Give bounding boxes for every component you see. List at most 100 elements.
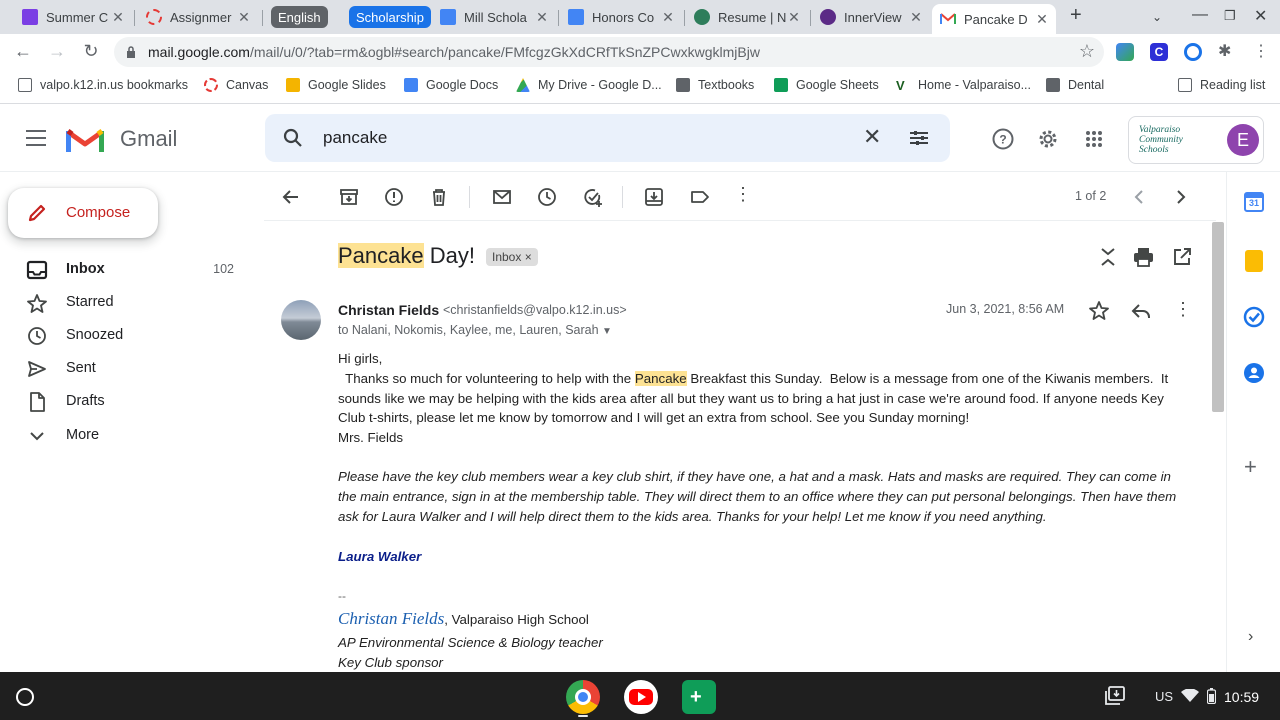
main-menu-icon[interactable] (26, 130, 46, 146)
search-icon[interactable] (283, 128, 303, 148)
youtube-app-icon[interactable] (624, 680, 658, 714)
tab-mill-scholarship[interactable]: Mill Schola ✕ (432, 4, 556, 30)
snooze-clock-icon[interactable] (536, 186, 558, 208)
move-to-icon[interactable] (643, 186, 665, 208)
open-new-window-icon[interactable] (1172, 247, 1192, 267)
battery-icon[interactable] (1207, 688, 1216, 704)
tasks-icon[interactable] (1243, 306, 1265, 328)
puzzle-icon[interactable]: ✱ (1218, 43, 1236, 61)
bookmark-valpo-folder[interactable]: valpo.k12.in.us bookmarks (18, 78, 188, 92)
sidebar-item-sent[interactable]: Sent (0, 353, 256, 385)
reply-icon[interactable] (1130, 301, 1152, 321)
launcher-icon[interactable] (16, 688, 34, 706)
sidebar-item-starred[interactable]: Starred (0, 287, 256, 319)
star-message-icon[interactable] (1088, 300, 1110, 322)
close-window-icon[interactable]: ✕ (1254, 6, 1267, 26)
mail-search-bar[interactable]: pancake ✕ (265, 114, 950, 162)
extension-icon[interactable] (1116, 43, 1134, 61)
apps-grid-icon[interactable] (1085, 130, 1103, 148)
archive-icon[interactable] (338, 186, 360, 208)
chrome-app-icon[interactable] (566, 680, 600, 714)
bookmark-canvas[interactable]: Canvas (204, 78, 268, 92)
bookmark-textbooks[interactable]: Textbooks (676, 78, 754, 92)
get-addons-plus-icon[interactable]: + (1244, 454, 1257, 480)
help-icon[interactable]: ? (992, 128, 1014, 150)
holding-space-icon[interactable] (1104, 686, 1126, 706)
inbox-label-badge[interactable]: Inbox × (486, 248, 538, 266)
maximize-icon[interactable]: ❐ (1224, 8, 1236, 24)
contacts-icon[interactable] (1243, 362, 1265, 384)
sender-name[interactable]: Christan Fields (338, 302, 439, 318)
bookmark-google-docs[interactable]: Google Docs (404, 78, 498, 92)
close-icon[interactable]: ✕ (534, 9, 550, 26)
sender-avatar[interactable] (281, 300, 321, 340)
close-icon[interactable]: ✕ (236, 9, 252, 26)
bookmark-google-sheets[interactable]: Google Sheets (774, 78, 879, 92)
print-icon[interactable] (1133, 247, 1154, 267)
compose-button[interactable]: Compose (8, 188, 158, 238)
address-bar[interactable]: mail.google.com/mail/u/0/?tab=rm&ogbl#se… (114, 37, 1104, 67)
menu-dots-icon[interactable]: ⋮ (1252, 43, 1270, 61)
bookmark-dental[interactable]: Dental (1046, 78, 1104, 92)
scrollbar-thumb[interactable] (1212, 222, 1224, 412)
close-icon[interactable]: ✕ (660, 9, 676, 26)
collapse-all-icon[interactable] (1098, 246, 1118, 268)
tab-group-scholarship[interactable]: Scholarship (349, 6, 431, 28)
back-to-search-icon[interactable] (280, 186, 302, 208)
older-chevron-right-icon[interactable] (1170, 186, 1192, 208)
search-options-icon[interactable] (909, 128, 929, 148)
message-more-icon[interactable]: ⋮ (1174, 299, 1192, 320)
tab-resume[interactable]: Resume | N ✕ (686, 4, 808, 30)
extension-c-icon[interactable]: C (1150, 43, 1168, 61)
input-method-indicator[interactable]: US (1155, 689, 1173, 704)
close-icon[interactable]: ✕ (110, 9, 126, 26)
avatar[interactable]: E (1227, 124, 1259, 156)
docs-icon (404, 78, 418, 92)
bookmark-star-icon[interactable]: ☆ (1076, 41, 1098, 62)
tab-summer[interactable]: Summer C ✕ (14, 4, 132, 30)
sidebar-item-snoozed[interactable]: Snoozed (0, 320, 256, 352)
search-input[interactable]: pancake (323, 128, 387, 148)
show-side-panel-chevron-icon[interactable]: › (1248, 628, 1253, 646)
remove-label-icon[interactable]: × (525, 250, 532, 264)
tab-honors[interactable]: Honors Co ✕ (560, 4, 682, 30)
bookmark-home-valparaiso[interactable]: V Home - Valparaiso... (896, 78, 1031, 93)
newer-chevron-left-icon[interactable] (1128, 186, 1150, 208)
keep-icon[interactable] (1245, 250, 1263, 272)
delete-trash-icon[interactable] (428, 186, 450, 208)
recipients-dropdown-icon[interactable]: ▼ (602, 326, 612, 337)
gmail-icon (940, 13, 956, 24)
report-spam-icon[interactable] (383, 186, 405, 208)
wifi-icon[interactable] (1181, 689, 1199, 703)
settings-gear-icon[interactable] (1037, 128, 1059, 150)
reload-icon[interactable]: ↻ (80, 41, 102, 62)
sidebar-item-drafts[interactable]: Drafts (0, 386, 256, 418)
close-icon[interactable]: ✕ (786, 9, 802, 26)
sidebar-item-more[interactable]: More (0, 420, 256, 452)
tab-assignment[interactable]: Assignmer ✕ (138, 4, 258, 30)
tab-pancake-day[interactable]: Pancake D ✕ (932, 4, 1056, 34)
system-clock[interactable]: 10:59 (1224, 689, 1259, 705)
clear-search-icon[interactable]: ✕ (863, 124, 881, 150)
sidebar-item-inbox[interactable]: Inbox 102 (0, 254, 256, 286)
calculator-app-icon[interactable]: + (682, 680, 716, 714)
label-tag-icon[interactable] (689, 186, 711, 208)
close-icon[interactable]: ✕ (908, 9, 924, 26)
reading-list-button[interactable]: Reading list (1178, 78, 1265, 92)
new-tab-button[interactable]: + (1070, 4, 1082, 27)
tab-search-icon[interactable]: ⌄ (1152, 10, 1162, 24)
bookmark-google-slides[interactable]: Google Slides (286, 78, 386, 92)
add-to-tasks-icon[interactable] (582, 186, 604, 208)
account-chip[interactable]: Valparaiso Community Schools E (1128, 116, 1264, 164)
minimize-icon[interactable]: — (1192, 6, 1208, 24)
close-icon[interactable]: ✕ (1034, 11, 1050, 28)
calendar-icon[interactable]: 31 (1244, 192, 1264, 212)
more-options-icon[interactable]: ⋮ (734, 184, 752, 205)
mark-unread-icon[interactable] (491, 186, 513, 208)
tab-innerview[interactable]: InnerView ✕ (812, 4, 930, 30)
tab-group-english[interactable]: English (271, 6, 328, 28)
back-icon[interactable]: ← (12, 41, 34, 62)
bookmark-my-drive[interactable]: My Drive - Google D... (516, 78, 662, 92)
forward-icon[interactable]: → (46, 41, 68, 62)
extension-shield-icon[interactable] (1184, 43, 1202, 61)
